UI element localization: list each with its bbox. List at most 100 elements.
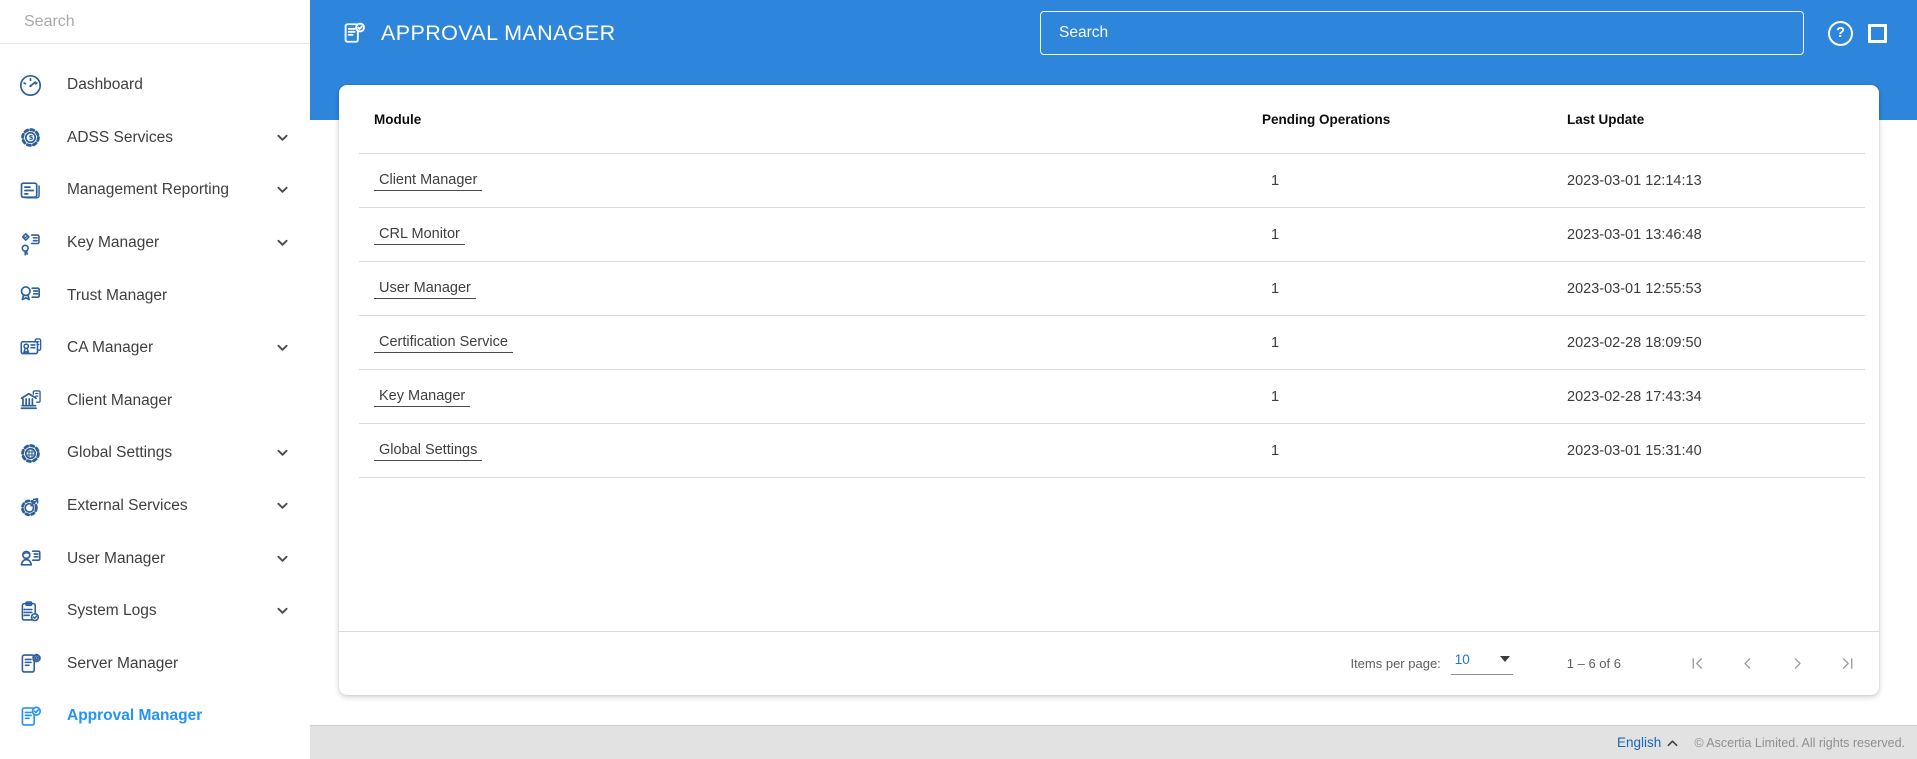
- chevron-up-icon: [1667, 739, 1678, 747]
- footer-bar: English © Ascertia Limited. All rights r…: [310, 725, 1917, 759]
- approval-manager-icon: [340, 19, 368, 47]
- items-per-page-value: 10: [1454, 652, 1470, 667]
- pending-operations-value: 1: [1271, 443, 1280, 459]
- sidebar-search-input[interactable]: [0, 12, 310, 31]
- chevron-down-icon: [277, 555, 288, 563]
- last-update-value: 2023-03-01 13:46:48: [1567, 227, 1702, 243]
- sidebar-item-label: ADSS Services: [67, 128, 173, 146]
- ca-manager-icon: [17, 335, 44, 362]
- module-link[interactable]: User Manager: [374, 279, 476, 299]
- table-row: User Manager 1 2023-03-01 12:55:53: [339, 262, 1879, 316]
- app-window: Dashboard ADSS Services Management Repor…: [0, 0, 1917, 759]
- sidebar-item-label: Global Settings: [67, 444, 173, 462]
- sidebar-item-label: CA Manager: [67, 339, 154, 357]
- module-link[interactable]: Global Settings: [374, 441, 483, 461]
- module-link[interactable]: Client Manager: [374, 171, 483, 191]
- approval-manager-icon: [17, 703, 44, 730]
- items-per-page-label: Items per page:: [1350, 656, 1441, 671]
- copyright-text: © Ascertia Limited. All rights reserved.: [1694, 735, 1905, 750]
- first-page-icon[interactable]: [1677, 644, 1717, 684]
- last-update-value: 2023-02-28 17:43:34: [1567, 389, 1702, 405]
- chevron-down-icon: [277, 607, 288, 615]
- chevron-down-icon: [277, 186, 288, 194]
- table-row: Certification Service 1 2023-02-28 18:09…: [339, 316, 1879, 370]
- module-link[interactable]: Certification Service: [374, 333, 513, 353]
- sidebar-item-label: External Services: [67, 497, 188, 515]
- chevron-down-icon: [277, 344, 288, 352]
- language-label: English: [1617, 735, 1662, 750]
- sidebar-item-trust-manager[interactable]: Trust Manager: [0, 269, 310, 322]
- adss-services-gear-icon: [17, 124, 44, 151]
- sidebar-item-client-manager[interactable]: Client Manager: [0, 375, 310, 428]
- next-page-icon[interactable]: [1777, 644, 1817, 684]
- sidebar-item-adss-services[interactable]: ADSS Services: [0, 112, 310, 165]
- sidebar-item-label: System Logs: [67, 602, 157, 620]
- sidebar-item-label: Client Manager: [67, 391, 173, 409]
- sidebar-item-ca-manager[interactable]: CA Manager: [0, 322, 310, 375]
- sidebar-item-label: Dashboard: [67, 76, 143, 94]
- last-update-value: 2023-02-28 18:09:50: [1567, 335, 1702, 351]
- previous-page-icon[interactable]: [1727, 644, 1767, 684]
- sidebar-item-label: User Manager: [67, 549, 166, 567]
- maximize-icon[interactable]: [1868, 23, 1887, 43]
- sidebar-item-server-manager[interactable]: Server Manager: [0, 638, 310, 691]
- table-row: Key Manager 1 2023-02-28 17:43:34: [339, 370, 1879, 424]
- chevron-down-icon: [277, 134, 288, 142]
- sidebar-item-global-settings[interactable]: Global Settings: [0, 427, 310, 480]
- caret-down-icon: [1499, 656, 1510, 662]
- header-search-input[interactable]: [1040, 11, 1804, 55]
- last-page-icon[interactable]: [1827, 644, 1867, 684]
- table-row: Global Settings 1 2023-03-01 15:31:40: [339, 424, 1879, 478]
- module-link[interactable]: Key Manager: [374, 387, 471, 407]
- sidebar-item-user-manager[interactable]: User Manager: [0, 532, 310, 585]
- sidebar-item-label: Key Manager: [67, 234, 160, 252]
- help-icon[interactable]: ?: [1828, 20, 1853, 46]
- sidebar-item-label: Server Manager: [67, 654, 179, 672]
- sidebar-item-label: Trust Manager: [67, 286, 168, 304]
- pending-operations-value: 1: [1271, 389, 1280, 405]
- table-row: CRL Monitor 1 2023-03-01 13:46:48: [339, 208, 1879, 262]
- user-manager-icon: [17, 545, 44, 572]
- client-manager-icon: [17, 387, 44, 414]
- sidebar-item-key-manager[interactable]: Key Manager: [0, 217, 310, 270]
- module-link[interactable]: CRL Monitor: [374, 225, 465, 245]
- pending-operations-value: 1: [1271, 227, 1280, 243]
- sidebar-item-management-reporting[interactable]: Management Reporting: [0, 164, 310, 217]
- paginator: Items per page: 10 1 – 6 of 6: [339, 631, 1879, 695]
- sidebar: Dashboard ADSS Services Management Repor…: [0, 0, 310, 759]
- chevron-down-icon: [277, 449, 288, 457]
- global-settings-icon: [17, 440, 44, 467]
- table-row: Client Manager 1 2023-03-01 12:14:13: [339, 154, 1879, 208]
- sidebar-nav: Dashboard ADSS Services Management Repor…: [0, 44, 310, 743]
- management-reporting-icon: [17, 177, 44, 204]
- pending-operations-value: 1: [1271, 335, 1280, 351]
- paginator-controls: [1667, 644, 1867, 684]
- external-services-icon: [17, 493, 44, 520]
- page-title: APPROVAL MANAGER: [381, 20, 616, 45]
- pending-operations-value: 1: [1271, 281, 1280, 297]
- sidebar-item-approval-manager[interactable]: Approval Manager: [0, 690, 310, 743]
- approval-table-card: Module Pending Operations Last Update Cl…: [339, 85, 1879, 695]
- pending-operations-value: 1: [1271, 173, 1280, 189]
- last-update-value: 2023-03-01 12:55:53: [1567, 281, 1702, 297]
- column-header-module: Module: [374, 112, 422, 127]
- chevron-down-icon: [277, 239, 288, 247]
- sidebar-item-label: Approval Manager: [67, 707, 203, 725]
- key-manager-icon: [17, 230, 44, 257]
- sidebar-item-label: Management Reporting: [67, 181, 229, 199]
- language-selector[interactable]: English: [1617, 735, 1678, 750]
- last-update-value: 2023-03-01 12:14:13: [1567, 173, 1702, 189]
- header-toolbar: APPROVAL MANAGER ?: [310, 0, 1917, 66]
- items-per-page-select[interactable]: 10: [1450, 652, 1513, 675]
- column-header-pending-operations: Pending Operations: [1262, 112, 1391, 127]
- dashboard-icon: [17, 72, 44, 99]
- page-range-label: 1 – 6 of 6: [1566, 656, 1621, 671]
- sidebar-item-dashboard[interactable]: Dashboard: [0, 59, 310, 112]
- sidebar-item-system-logs[interactable]: System Logs: [0, 585, 310, 638]
- chevron-down-icon: [277, 502, 288, 510]
- last-update-value: 2023-03-01 15:31:40: [1567, 443, 1702, 459]
- sidebar-search: [0, 0, 310, 44]
- sidebar-item-external-services[interactable]: External Services: [0, 480, 310, 533]
- table-header-row: Module Pending Operations Last Update: [339, 85, 1879, 154]
- server-manager-icon: [17, 650, 44, 677]
